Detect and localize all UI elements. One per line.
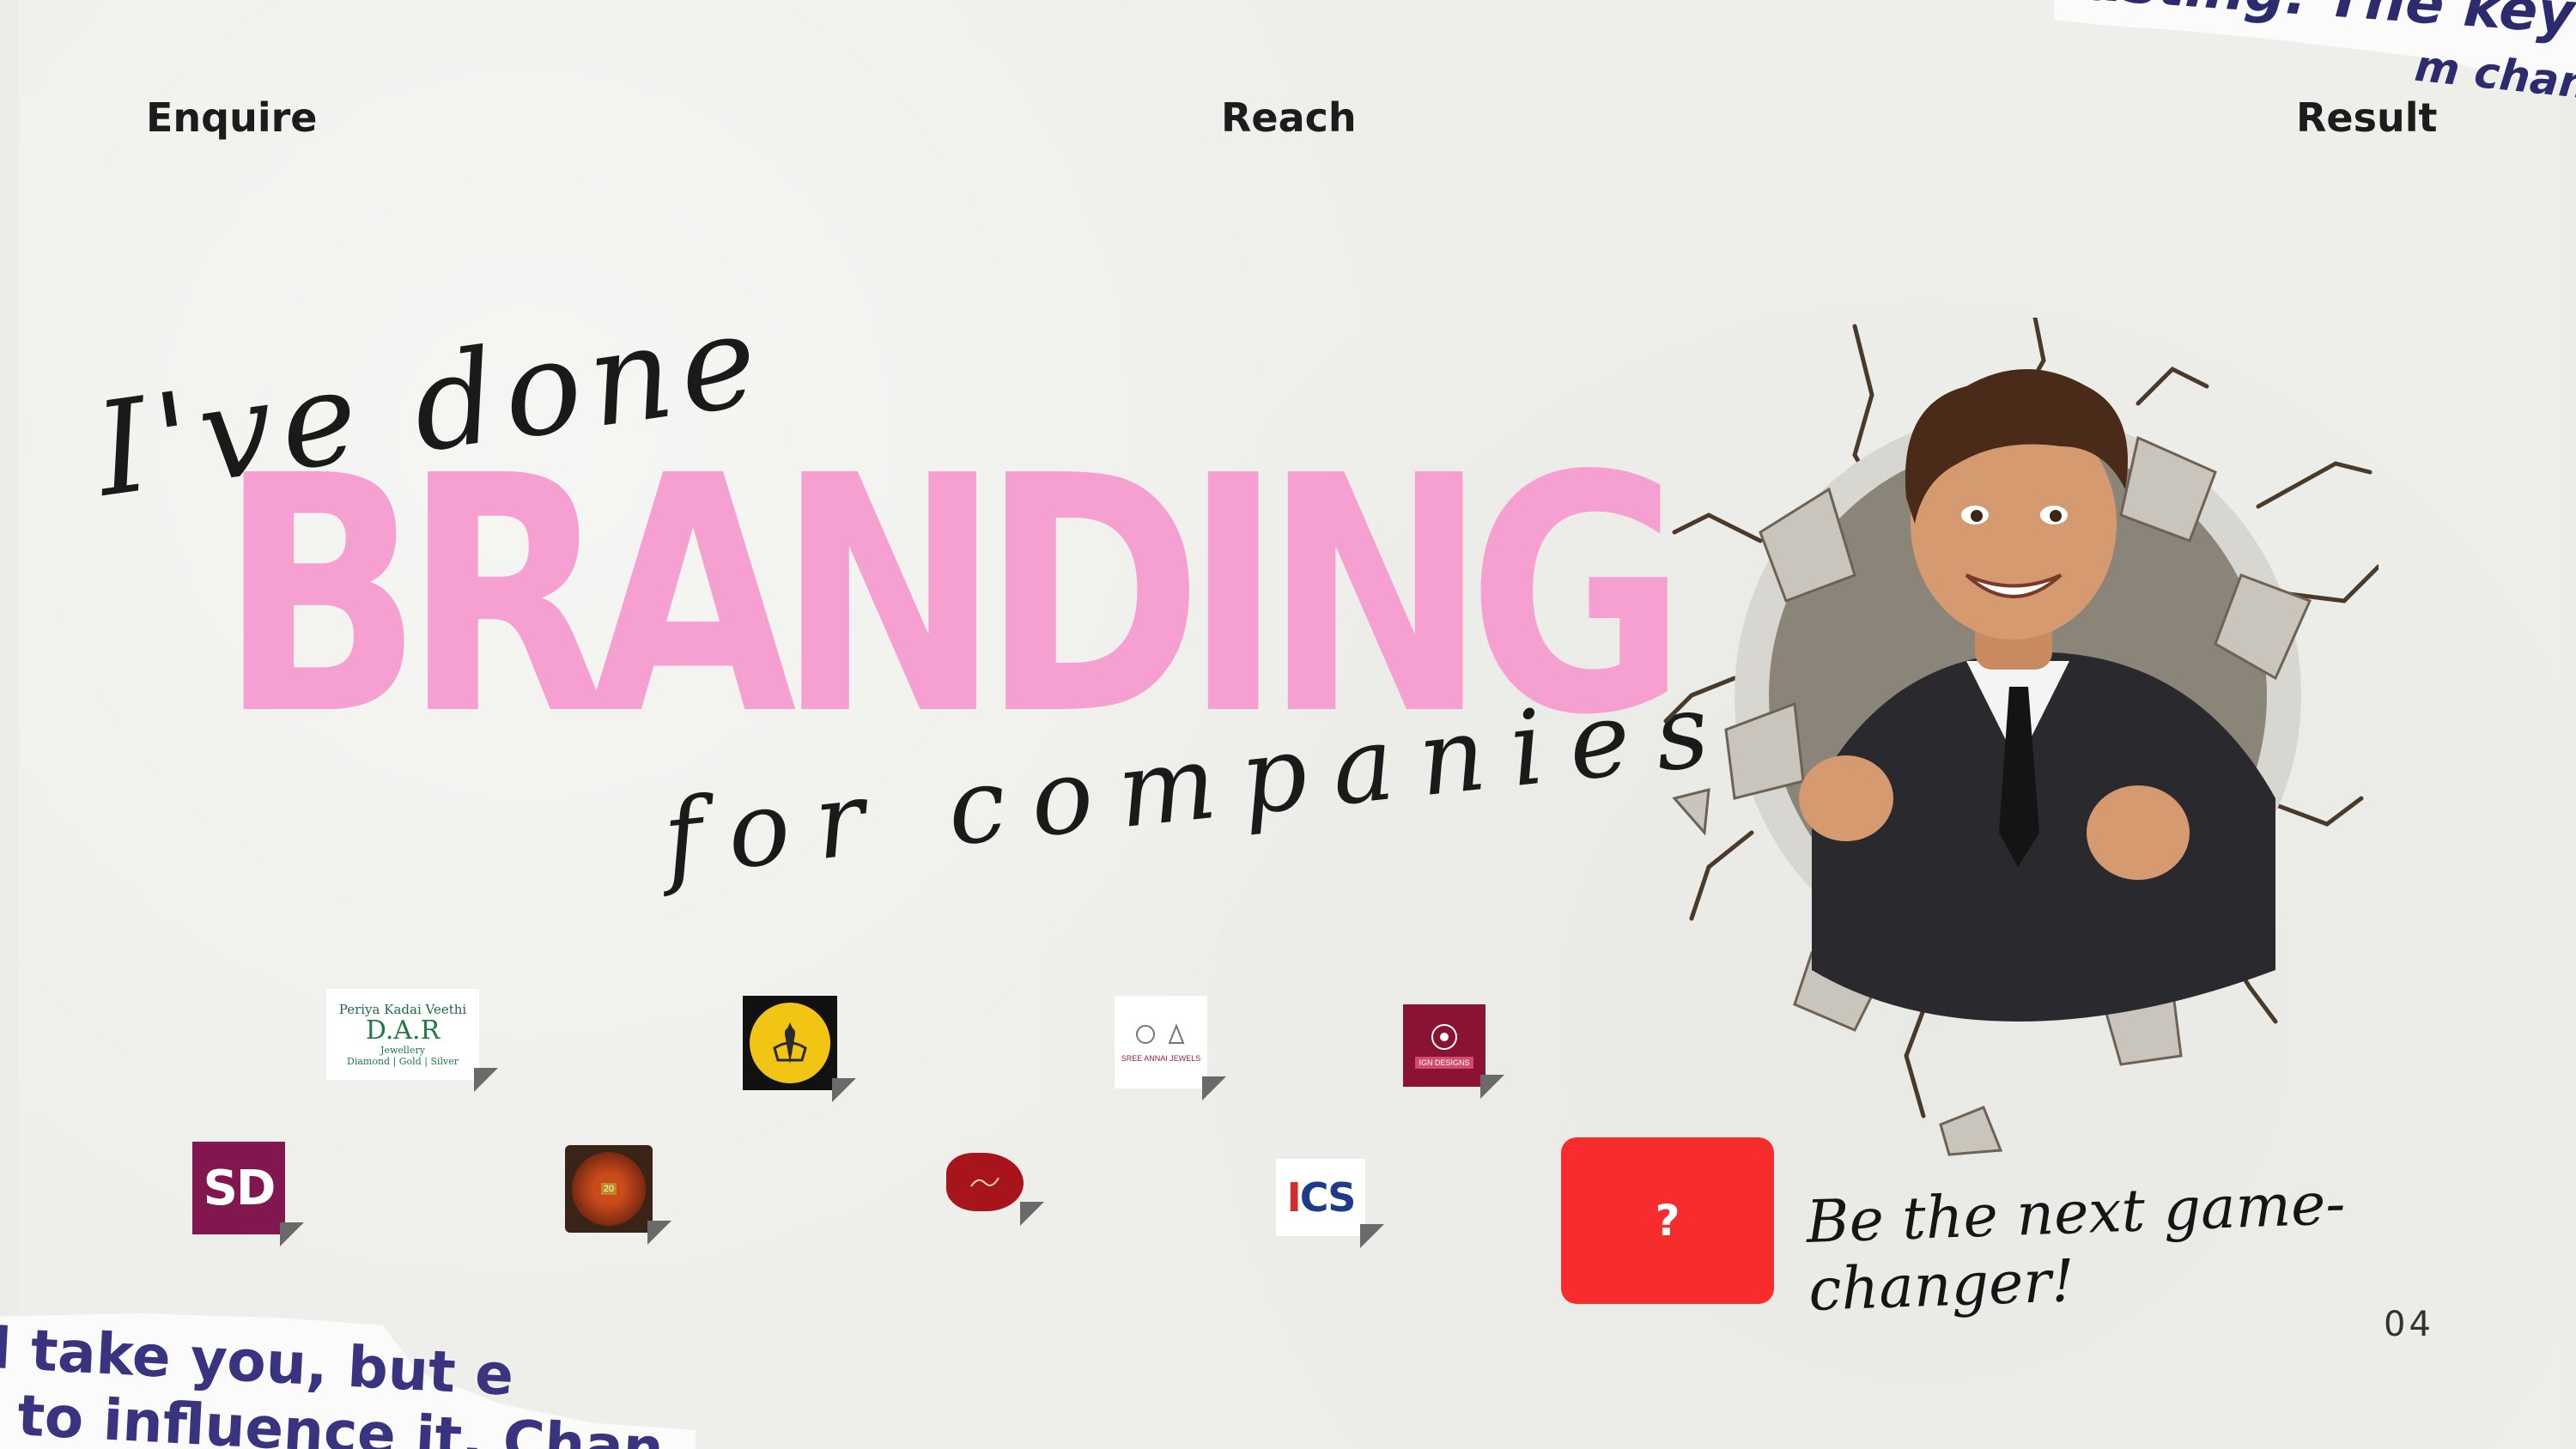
page-number: 04 <box>2384 1305 2434 1344</box>
client-logo-dar-jewellery[interactable]: Periya Kadai Veethi D.A.R Jewellery Diam… <box>326 989 498 1092</box>
torn-paper-scrap-top-right: rasting. The key to m chang <box>2054 0 2576 103</box>
red-brush-script-icon <box>970 1177 999 1187</box>
deity-emblem-icon <box>773 1022 807 1064</box>
client-logo-sree-annai-jewels[interactable]: SREE ANNAI JEWELS <box>1115 996 1226 1100</box>
ign-emblem-icon <box>1431 1024 1457 1050</box>
nav-reach[interactable]: Reach <box>1221 94 1357 141</box>
client-logo-food-restaurant[interactable]: 20 <box>565 1145 671 1245</box>
next-client-question-box[interactable]: ? <box>1561 1137 1774 1304</box>
dar-logo-line3: Jewellery <box>380 1045 425 1056</box>
food-plate-image: 20 <box>572 1152 646 1226</box>
sree-annai-emblem-icon <box>1136 1023 1185 1044</box>
client-logo-yellow-emblem[interactable] <box>743 996 856 1102</box>
sree-annai-logo-text: SREE ANNAI JEWELS <box>1121 1054 1201 1063</box>
torn-paper-scrap-bottom-left: l take you, but e to influence it. Chan <box>0 1313 696 1449</box>
client-logo-sd[interactable]: SD <box>192 1142 304 1246</box>
client-logo-ign-designs[interactable]: IGN DESIGNS <box>1403 1004 1504 1099</box>
food-logo-text: 20 <box>600 1183 617 1195</box>
cta-tagline: Be the next game-changer! <box>1805 1170 2347 1325</box>
sd-logo-text: SD <box>203 1160 276 1216</box>
hero-man-breaking-wall-illustration <box>1663 318 2379 1156</box>
red-brush-blob <box>946 1153 1024 1211</box>
right-fist <box>2087 785 2190 880</box>
ics-logo-text: ICS <box>1286 1174 1357 1221</box>
dar-logo-line4: Diamond | Gold | Silver <box>347 1056 459 1067</box>
dar-logo-line2: D.A.R <box>365 1016 440 1046</box>
ign-logo-text: IGN DESIGNS <box>1415 1057 1473 1069</box>
client-logo-ics[interactable]: ICS <box>1276 1159 1384 1248</box>
yellow-circle-emblem <box>750 1003 830 1083</box>
left-fist <box>1799 755 1893 841</box>
client-logo-red-brush[interactable] <box>945 1150 1044 1226</box>
nav-enquire[interactable]: Enquire <box>146 94 318 141</box>
